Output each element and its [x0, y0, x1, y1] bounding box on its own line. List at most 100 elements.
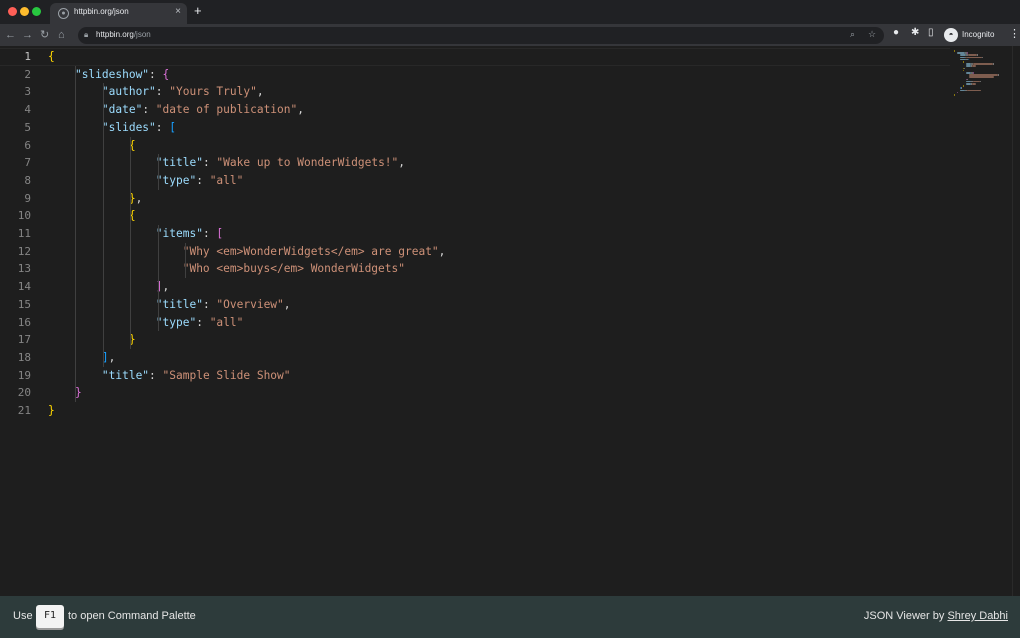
minimap-line	[977, 54, 979, 56]
line-number: 15	[17, 297, 31, 311]
code-line[interactable]: 8 "type": "all"	[0, 172, 950, 190]
minimap-line	[954, 50, 955, 52]
code-line[interactable]: 17 }	[0, 331, 950, 349]
window-maximize-button[interactable]	[32, 7, 41, 16]
minimap[interactable]	[950, 46, 1012, 596]
side-panel-icon[interactable]: ▯	[928, 27, 934, 38]
code-text: {	[48, 137, 136, 155]
code-line[interactable]: 21}	[0, 402, 950, 420]
code-token: "type"	[155, 315, 197, 329]
credit-prefix: JSON Viewer by	[863, 610, 948, 622]
extension-dot-icon[interactable]: ●	[893, 27, 899, 38]
new-tab-button[interactable]: +	[194, 4, 202, 18]
code-token: "items"	[155, 227, 203, 240]
star-icon[interactable]: ☆	[868, 29, 876, 40]
minimap-line	[963, 69, 964, 72]
code-token: ,	[283, 297, 291, 311]
code-line[interactable]: 4 "date": "date of publication",	[0, 101, 950, 119]
code-line[interactable]: 16 "type": "all"	[0, 314, 950, 332]
code-text: }	[48, 331, 136, 349]
minimap-line	[966, 89, 981, 92]
indent-guide	[157, 225, 159, 332]
lock-icon[interactable]: 🔒︎	[84, 30, 88, 40]
code-token: :	[142, 103, 156, 117]
code-line[interactable]: 13 "Who <em>buys</em> WonderWidgets"	[0, 260, 950, 278]
minimap-line	[993, 63, 994, 65]
code-line[interactable]: 9 },	[0, 190, 950, 208]
code-token: :	[155, 85, 170, 99]
code-token: "all"	[209, 315, 244, 329]
indent-guide	[157, 154, 159, 190]
minimap-line	[997, 74, 999, 76]
code-line[interactable]: 6 {	[0, 137, 950, 155]
credit: JSON Viewer by Shrey Dabhi	[864, 610, 1008, 622]
code-text: }	[48, 384, 82, 402]
minimap-line	[972, 83, 976, 85]
code-token: "type"	[155, 173, 197, 187]
address-bar[interactable]: 🔒︎ httpbin.org/json ⌕ ☆	[78, 27, 884, 44]
line-number: 11	[17, 227, 31, 240]
code-line[interactable]: 20 }	[0, 384, 950, 402]
tab-close-icon[interactable]: ×	[175, 6, 181, 17]
code-text: "type": "all"	[48, 314, 244, 332]
code-line[interactable]: 1{	[0, 48, 950, 66]
line-number: 18	[17, 350, 31, 364]
code-token: "title"	[155, 297, 203, 311]
home-icon[interactable]: ⌂	[58, 27, 65, 43]
code-token: "title"	[155, 156, 203, 170]
arrow-right-icon[interactable]: →	[22, 27, 33, 43]
vertical-scrollbar[interactable]	[1012, 46, 1020, 596]
minimap-line	[963, 61, 964, 63]
more-vert-icon[interactable]: ⋮	[1009, 27, 1020, 40]
puzzle-icon[interactable]: ✱	[911, 27, 919, 38]
window-minimize-button[interactable]	[20, 7, 29, 16]
code-token: "Yours Truly"	[169, 85, 257, 99]
line-number: 13	[17, 262, 31, 276]
minimap-line	[966, 65, 971, 67]
hint-prefix: Use	[13, 610, 33, 622]
code-text: ],	[48, 278, 170, 296]
code-line[interactable]: 15 "title": "Overview",	[0, 296, 950, 314]
code-line[interactable]: 2 "slideshow": {	[0, 66, 950, 84]
code-text: "items": [	[48, 225, 223, 243]
code-token: {	[48, 50, 55, 63]
code-token: [	[169, 120, 177, 134]
code-line[interactable]: 3 "author": "Yours Truly",	[0, 83, 950, 101]
status-bar: Use F1 to open Command Palette JSON View…	[0, 596, 1020, 638]
code-line[interactable]: 5 "slides": [	[0, 119, 950, 137]
arrow-left-icon[interactable]: ←	[5, 27, 16, 43]
line-number: 3	[24, 85, 31, 99]
code-text: "Who <em>buys</em> WonderWidgets"	[48, 260, 405, 278]
window-close-button[interactable]	[8, 7, 17, 16]
code-line[interactable]: 11 "items": [	[0, 225, 950, 243]
minimap-line	[960, 87, 962, 89]
code-token: "Wake up to WonderWidgets!"	[216, 156, 399, 170]
code-token: ,	[438, 244, 446, 258]
json-editor[interactable]: 1{2 "slideshow": {3 "author": "Yours Tru…	[0, 46, 1020, 596]
line-number: 17	[17, 333, 31, 347]
reload-icon[interactable]: ↻	[40, 27, 49, 43]
author-link[interactable]: Shrey Dabhi	[947, 610, 1008, 622]
line-number: 12	[17, 244, 31, 258]
minimap-line	[967, 54, 978, 56]
indent-guide	[185, 242, 186, 279]
code-token: [	[216, 227, 224, 240]
zoom-icon[interactable]: ⌕	[850, 29, 855, 40]
code-text: "type": "all"	[48, 172, 244, 190]
code-token: :	[202, 227, 217, 240]
minimap-line	[957, 91, 958, 94]
code-text: "slides": [	[48, 119, 176, 137]
browser-tab[interactable]: ● httpbin.org/json ×	[50, 3, 187, 24]
code-token: :	[196, 173, 210, 187]
code-line[interactable]: 14 ],	[0, 278, 950, 296]
code-text: "title": "Wake up to WonderWidgets!",	[48, 154, 405, 172]
code-line[interactable]: 12 "Why <em>WonderWidgets</em> are great…	[0, 243, 950, 261]
code-token: "slideshow"	[74, 67, 150, 81]
code-line[interactable]: 10 {	[0, 207, 950, 225]
code-line[interactable]: 19 "title": "Sample Slide Show"	[0, 367, 950, 385]
line-number: 1	[24, 50, 31, 63]
code-line[interactable]: 18 ],	[0, 349, 950, 367]
code-line[interactable]: 7 "title": "Wake up to WonderWidgets!",	[0, 154, 950, 172]
